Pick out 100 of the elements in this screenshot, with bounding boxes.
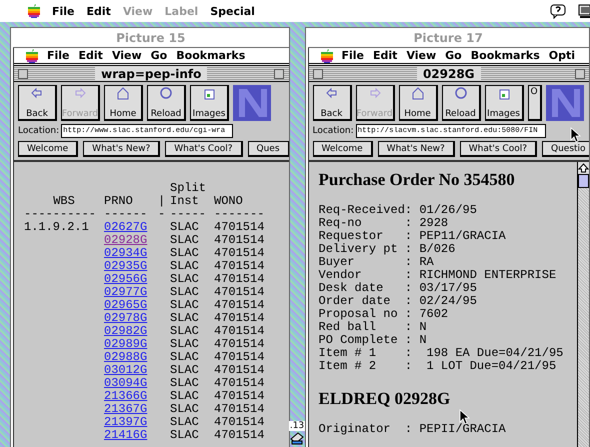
tray-icon[interactable]	[290, 431, 304, 445]
prno-link[interactable]: 21367G	[104, 403, 158, 416]
mouse-pointer-icon	[459, 409, 470, 425]
column-header: Inst	[170, 195, 199, 208]
table-cell-text: 4701514	[214, 377, 266, 390]
directory-button[interactable]: Welcome	[312, 141, 373, 157]
field-line: PO Complete : N	[318, 334, 428, 347]
icon-label: .13	[288, 421, 306, 431]
prno-link[interactable]: 02988G	[104, 351, 158, 364]
zoom-box[interactable]	[574, 68, 585, 78]
table-cell-text: SLAC	[170, 364, 200, 377]
directory-button[interactable]: What's New?	[378, 141, 455, 157]
menu-item[interactable]: File	[342, 49, 364, 62]
column-header: Split	[170, 182, 208, 195]
toolbar-button[interactable]: Home	[104, 85, 143, 121]
field-line: Desk date : 03/17/95	[318, 282, 478, 295]
table-cell-text: 4701514	[214, 299, 266, 312]
directory-button[interactable]: Ques	[248, 141, 288, 157]
prno-link[interactable]: 02934G	[104, 247, 158, 260]
directory-button[interactable]: Welcome	[18, 141, 78, 157]
table-cell-text: 4701514	[214, 325, 266, 338]
table-cell-text: SLAC	[170, 390, 200, 403]
menu-item[interactable]: Opti	[548, 49, 576, 62]
location-label: Location:	[18, 126, 60, 136]
header-rule: -------	[214, 208, 266, 221]
header-rule: -	[158, 208, 166, 221]
directory-button[interactable]: Questio	[542, 141, 589, 157]
mouse-pointer-icon	[570, 127, 581, 143]
prno-link[interactable]: 21366G	[104, 390, 158, 403]
menu-item[interactable]: Edit	[86, 4, 111, 18]
prno-link[interactable]: 02956G	[104, 273, 158, 286]
page-heading: Purchase Order No 354580	[318, 170, 516, 190]
menu-item[interactable]: View	[406, 49, 436, 62]
prno-link[interactable]: 03012G	[104, 364, 158, 377]
apple-icon[interactable]	[320, 48, 332, 62]
table-cell-text: 1.1.9.2.1	[24, 221, 90, 234]
table-cell-text: 4701514	[214, 403, 266, 416]
zoom-box[interactable]	[274, 68, 284, 78]
column-header: WBS	[53, 195, 75, 208]
table-cell-text: 4701514	[214, 416, 266, 429]
scroll-thumb[interactable]	[578, 174, 589, 188]
close-box[interactable]	[18, 68, 28, 78]
header-rule: ------	[104, 208, 148, 221]
field-line: Item # 1 : 198 EA Due=04/21/95	[318, 347, 564, 360]
table-cell-text: 4701514	[214, 247, 266, 260]
table-cell-text: SLAC	[170, 429, 200, 442]
apple-icon[interactable]	[26, 48, 38, 62]
menu-item[interactable]: Edit	[373, 49, 398, 62]
menu-item[interactable]: File	[47, 49, 70, 62]
field-line: Proposal no : 7602	[318, 308, 450, 321]
prno-link[interactable]: 02627G	[104, 221, 158, 234]
right-arrow-icon	[73, 87, 87, 100]
directory-button[interactable]: What's New?	[83, 141, 160, 157]
menu-item[interactable]: Bookmarks	[470, 49, 540, 62]
directory-button[interactable]: What's Cool?	[165, 141, 242, 157]
left-arrow-icon	[30, 87, 44, 100]
monitor-icon[interactable]	[578, 4, 590, 18]
directory-button[interactable]: What's Cool?	[460, 141, 537, 157]
toolbar-button[interactable]: Reload	[442, 85, 480, 121]
table-cell-text: SLAC	[170, 325, 200, 338]
toolbar-button[interactable]: Home	[398, 85, 438, 121]
prno-link[interactable]: 02978G	[104, 312, 158, 325]
apple-icon[interactable]	[28, 4, 40, 18]
table-cell-text: SLAC	[170, 377, 200, 390]
prno-link[interactable]: 02982G	[104, 325, 158, 338]
menu-item[interactable]: View	[112, 49, 142, 62]
toolbar-button[interactable]: Reload	[147, 85, 186, 121]
prno-link[interactable]: 02935G	[104, 260, 158, 273]
menu-item[interactable]: File	[52, 4, 75, 18]
table-cell-text: SLAC	[170, 247, 200, 260]
table-cell-text: 4701514	[214, 351, 266, 364]
up-arrow-icon[interactable]	[578, 162, 589, 174]
menu-item[interactable]: Go	[150, 49, 168, 62]
prno-link[interactable]: 02928G	[104, 234, 158, 247]
menu-item[interactable]: Special	[210, 4, 255, 18]
prno-link[interactable]: 03094G	[104, 377, 158, 390]
table-cell-text: SLAC	[170, 416, 200, 429]
help-icon[interactable]	[550, 4, 566, 18]
prno-link[interactable]: 02965G	[104, 299, 158, 312]
toolbar-button[interactable]: Back	[312, 85, 352, 121]
left-arrow-icon	[324, 87, 338, 100]
logo-icon	[233, 85, 271, 121]
field-line: Vendor : RICHMOND ENTERPRISE	[318, 269, 558, 282]
scrollbar[interactable]	[577, 162, 589, 447]
table-cell-text: SLAC	[170, 299, 200, 312]
toolbar-button[interactable]: Images	[484, 85, 524, 121]
prno-link[interactable]: 21397G	[104, 416, 158, 429]
prno-link[interactable]: 02989G	[104, 338, 158, 351]
toolbar-button[interactable]: Back	[18, 85, 57, 121]
table-cell-text: 4701514	[214, 273, 266, 286]
prno-link[interactable]: 02977G	[104, 286, 158, 299]
menu-item[interactable]: Bookmarks	[176, 49, 246, 62]
field-line: Order date : 02/24/95	[318, 295, 478, 308]
toolbar-button[interactable]: Images	[190, 85, 229, 121]
menu-item[interactable]: Edit	[78, 49, 103, 62]
close-box[interactable]	[312, 68, 322, 78]
menu-item[interactable]: Go	[445, 49, 462, 62]
table-cell-text: SLAC	[170, 234, 200, 247]
prno-link[interactable]: 21416G	[104, 429, 158, 442]
toolbar-button[interactable]: O	[528, 85, 542, 121]
